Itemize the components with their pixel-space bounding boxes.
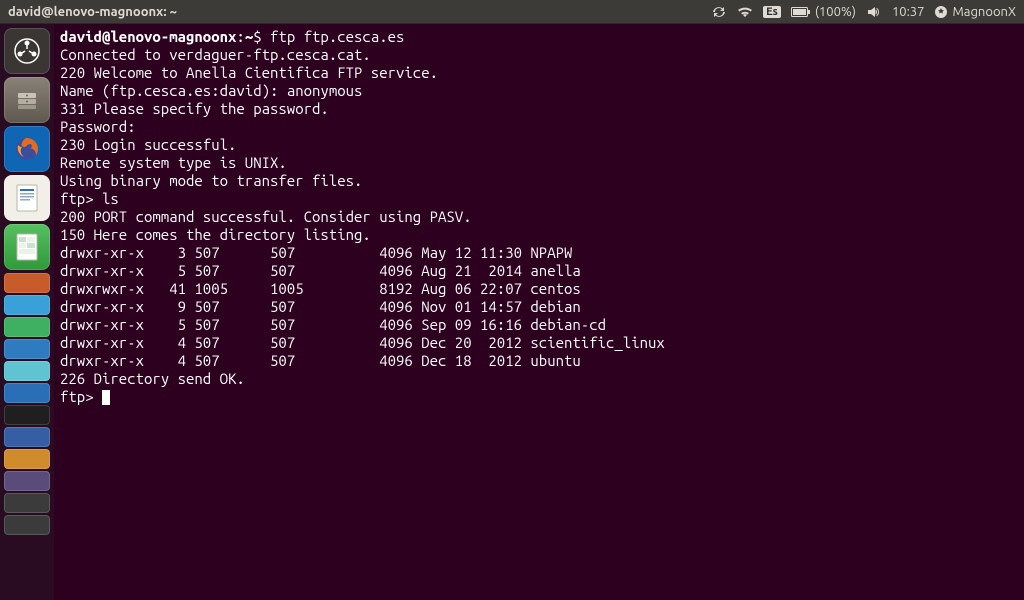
launcher-writer[interactable] <box>4 175 50 221</box>
launcher-calc[interactable] <box>4 224 50 270</box>
output-line: 200 PORT command successful. Consider us… <box>60 208 472 225</box>
input-anonymous: anonymous <box>287 82 363 99</box>
launcher-dash[interactable] <box>4 28 50 74</box>
volume-icon[interactable] <box>866 4 882 20</box>
ftp-prompt: ftp> <box>60 190 102 207</box>
launcher-small-tile[interactable] <box>4 317 50 337</box>
output-line: Password: <box>60 118 136 135</box>
launcher-small-tile[interactable] <box>4 273 50 293</box>
session-indicator[interactable]: MagnoonX <box>934 5 1016 19</box>
launcher <box>0 24 54 600</box>
sync-icon[interactable] <box>711 4 727 20</box>
prompt-path: ~ <box>245 28 253 45</box>
menubar: david@lenovo-magnoonx: ~ Es (100%) 10:37… <box>0 0 1024 24</box>
launcher-small-tile[interactable] <box>4 471 50 491</box>
listing-row: drwxrwxr-x 41 1005 1005 8192 Aug 06 22:0… <box>60 280 581 297</box>
listing-row: drwxr-xr-x 4 507 507 4096 Dec 20 2012 sc… <box>60 334 665 351</box>
output-line: Name (ftp.cesca.es:david): <box>60 82 287 99</box>
ftp-prompt: ftp> <box>60 388 102 405</box>
listing-row: drwxr-xr-x 4 507 507 4096 Dec 18 2012 ub… <box>60 352 581 369</box>
output-line: 220 Welcome to Anella Cientifica FTP ser… <box>60 64 438 81</box>
battery-text: (100%) <box>815 5 856 19</box>
battery-indicator[interactable]: (100%) <box>791 5 856 19</box>
launcher-small-tile[interactable] <box>4 383 50 403</box>
launcher-small-tile[interactable] <box>4 427 50 447</box>
launcher-small-tile[interactable] <box>4 361 50 381</box>
output-line: Remote system type is UNIX. <box>60 154 287 171</box>
output-line: 331 Please specify the password. <box>60 100 329 117</box>
wifi-icon[interactable] <box>737 4 753 20</box>
listing-row: drwxr-xr-x 9 507 507 4096 Nov 01 14:57 d… <box>60 298 581 315</box>
keyboard-lang-indicator[interactable]: Es <box>763 6 781 18</box>
launcher-firefox[interactable] <box>4 126 50 172</box>
output-line: 230 Login successful. <box>60 136 236 153</box>
output-line: Connected to verdaguer-ftp.cesca.cat. <box>60 46 371 63</box>
launcher-small-tile[interactable] <box>4 515 50 535</box>
command-2: ls <box>102 190 119 207</box>
listing-row: drwxr-xr-x 3 507 507 4096 May 12 11:30 N… <box>60 244 572 261</box>
cursor <box>102 390 110 405</box>
launcher-overflow <box>4 273 50 535</box>
listing-row: drwxr-xr-x 5 507 507 4096 Sep 09 16:16 d… <box>60 316 606 333</box>
output-line: Using binary mode to transfer files. <box>60 172 362 189</box>
listing-row: drwxr-xr-x 5 507 507 4096 Aug 21 2014 an… <box>60 262 581 279</box>
session-user: MagnoonX <box>952 5 1016 19</box>
output-line: 226 Directory send OK. <box>60 370 245 387</box>
output-line: 150 Here comes the directory listing. <box>60 226 371 243</box>
indicator-area: Es (100%) 10:37 MagnoonX <box>711 4 1016 20</box>
window-title: david@lenovo-magnoonx: ~ <box>8 5 177 19</box>
launcher-files[interactable] <box>4 77 50 123</box>
clock[interactable]: 10:37 <box>892 5 925 19</box>
launcher-small-tile[interactable] <box>4 449 50 469</box>
terminal[interactable]: david@lenovo-magnoonx:~$ ftp ftp.cesca.e… <box>54 24 1024 600</box>
launcher-small-tile[interactable] <box>4 295 50 315</box>
launcher-small-tile[interactable] <box>4 493 50 513</box>
launcher-small-tile[interactable] <box>4 405 50 425</box>
launcher-small-tile[interactable] <box>4 339 50 359</box>
prompt-user: david@lenovo-magnoonx <box>60 28 236 45</box>
command-1: ftp ftp.cesca.es <box>270 28 404 45</box>
